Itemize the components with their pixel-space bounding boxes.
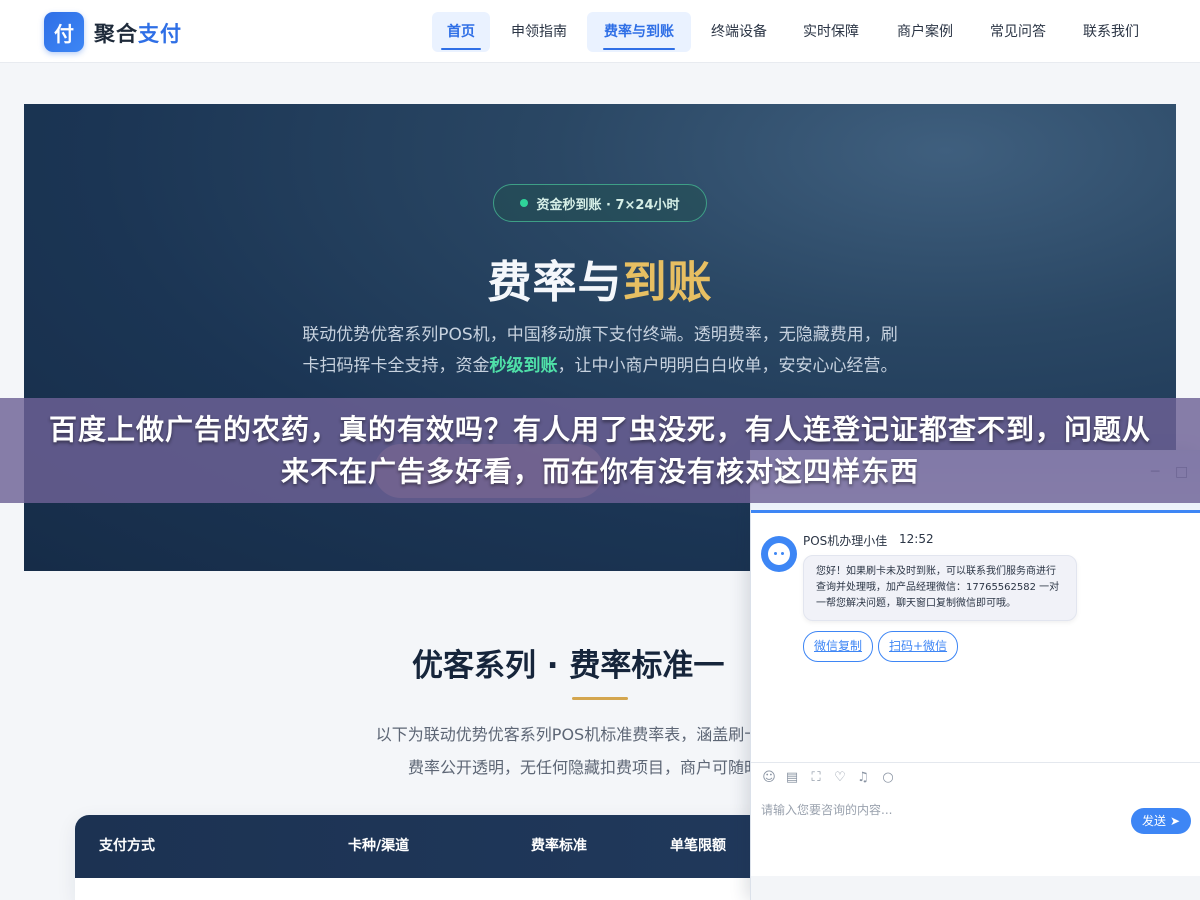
voice-icon[interactable]: ♫ (855, 770, 871, 786)
chat-message: 您好！如果刷卡未及时到账，可以联系我们服务商进行查询并处理哦，加产品经理微信：1… (803, 555, 1077, 621)
section-title: 优客系列 · 费率标准一 (412, 648, 725, 684)
table-header-cell: 单笔限额 (670, 838, 726, 854)
avatar-face (768, 543, 790, 565)
main-nav: 首页 申领指南 费率与到账 终端设备 实时保障 商户案例 常见问答 联系我们 (0, 12, 1200, 52)
hero-title-part: 费率与 (487, 257, 623, 308)
hero-title-accent: 到账 (622, 257, 713, 308)
copy-wechat-button[interactable]: 微信复制 (803, 631, 874, 662)
rating-icon[interactable]: ♡ (832, 770, 848, 786)
hero-desc-highlight: 秒级到账 (489, 356, 558, 376)
scan-wechat-button[interactable]: 扫码+微信 (878, 631, 959, 662)
send-button-label: 发送 (1141, 814, 1166, 828)
agent-avatar-icon (761, 536, 797, 572)
hero-desc-part: ，让中小商户明明白白收单，安安心心经营。 (557, 356, 898, 376)
section-underline (572, 697, 628, 700)
chat-accent-line (751, 510, 1200, 513)
hero-title: 费率与到账 (24, 246, 1176, 310)
nav-item-support[interactable]: 实时保障 (794, 12, 868, 52)
agent-name: POS机办理小佳 (803, 534, 888, 548)
message-time: 12:52 (899, 532, 934, 546)
table-header-cell: 费率标准 (531, 838, 587, 854)
nav-item-rates[interactable]: 费率与到账 (587, 12, 691, 52)
chat-widget: ─ □ POS机办理小佳 12:52 您好！如果刷卡未及时到账，可以联系我们服务… (750, 450, 1200, 900)
image-icon[interactable]: ▤ (784, 770, 800, 786)
nav-item-guide[interactable]: 申领指南 (502, 12, 576, 52)
banner-headline: 百度上做广告的农药，真的有效吗？有人用了虫没死，有人连登记证都查不到，问题从来不… (48, 412, 1151, 488)
nav-item-faq[interactable]: 常见问答 (981, 12, 1055, 52)
table-header-cell: 卡种/渠道 (348, 838, 410, 854)
nav-item-home[interactable]: 首页 (432, 12, 490, 52)
hero-badge-text: 资金秒到账 · 7×24小时 (536, 197, 680, 213)
table-header-cell: 支付方式 (99, 838, 155, 854)
nav-item-devices[interactable]: 终端设备 (702, 12, 776, 52)
chat-history-icon[interactable]: ○ (880, 770, 896, 786)
emoji-icon[interactable]: ☺ (761, 770, 777, 786)
chat-footer (751, 876, 1200, 900)
hero-description: 联动优势优客系列POS机，中国移动旗下支付终端。透明费率，无隐藏费用，刷卡扫码挥… (300, 320, 900, 382)
nav-item-cases[interactable]: 商户案例 (888, 12, 962, 52)
hero-badge: 资金秒到账 · 7×24小时 (493, 184, 707, 222)
nav-item-contact[interactable]: 联系我们 (1074, 12, 1148, 52)
send-button[interactable]: 发送 ➤ (1131, 808, 1191, 834)
send-icon: ➤ (1169, 814, 1181, 828)
site-header: 付 聚合支付 首页 申领指南 费率与到账 终端设备 实时保障 商户案例 常见问答… (0, 0, 1200, 63)
status-dot-icon (520, 199, 529, 207)
chat-input[interactable] (761, 800, 1061, 820)
screenshot-icon[interactable]: ⛶ (808, 770, 824, 786)
overlay-banner: 百度上做广告的农药，真的有效吗？有人用了虫没死，有人连登记证都查不到，问题从来不… (0, 398, 1200, 503)
chat-divider (751, 762, 1200, 763)
